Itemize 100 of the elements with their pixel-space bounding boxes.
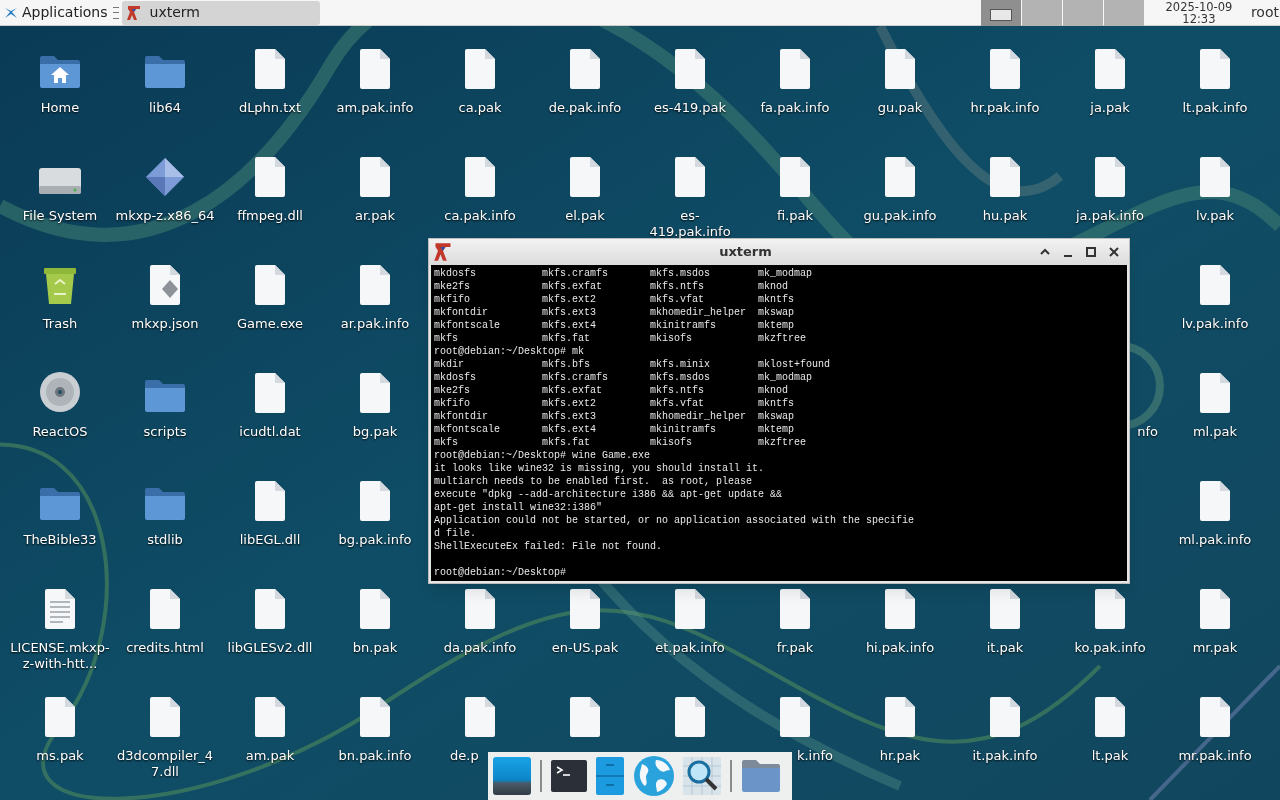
file-icon[interactable] bbox=[988, 696, 1022, 738]
home-folder-icon[interactable] bbox=[38, 54, 82, 90]
file-icon[interactable] bbox=[43, 696, 77, 738]
file-icon[interactable] bbox=[358, 48, 392, 90]
terminal-text: mkinitramfs bbox=[650, 423, 717, 436]
taskbar-button[interactable]: uxterm bbox=[121, 0, 320, 25]
handle-icon[interactable] bbox=[112, 6, 119, 19]
file-icon[interactable] bbox=[883, 588, 917, 630]
icon-label: bg.pak.info bbox=[338, 532, 412, 548]
terminal-text: mklost+found bbox=[758, 358, 831, 371]
show-desktop-icon[interactable] bbox=[492, 756, 532, 796]
terminal-text: mkhomedir_helper bbox=[650, 410, 747, 423]
file-diamond-icon[interactable] bbox=[148, 264, 182, 306]
file-icon[interactable] bbox=[253, 696, 287, 738]
icon-label: de.pak.info bbox=[548, 100, 622, 116]
file-icon[interactable] bbox=[1198, 372, 1232, 414]
icon-label: stdlib bbox=[147, 532, 183, 548]
file-icon[interactable] bbox=[673, 588, 707, 630]
folder-icon[interactable] bbox=[740, 758, 782, 794]
file-icon[interactable] bbox=[1198, 588, 1232, 630]
folder-icon[interactable] bbox=[143, 54, 187, 90]
file-icon[interactable] bbox=[1198, 156, 1232, 198]
file-icon[interactable] bbox=[568, 696, 602, 738]
terminal-text: execute "dpkg --add-architecture i386 && apt-get update && bbox=[434, 488, 783, 501]
folder-icon[interactable] bbox=[143, 486, 187, 522]
file-icon[interactable] bbox=[988, 48, 1022, 90]
icon-label: fa.pak.info bbox=[760, 100, 830, 116]
file-icon[interactable] bbox=[1093, 588, 1127, 630]
file-icon[interactable] bbox=[778, 156, 812, 198]
file-icon[interactable] bbox=[988, 156, 1022, 198]
file-icon[interactable] bbox=[883, 696, 917, 738]
terminal-text: mkfontscale bbox=[434, 319, 501, 332]
terminal-text: mkfs.ext4 bbox=[542, 423, 597, 436]
file-icon[interactable] bbox=[1093, 696, 1127, 738]
close-icon[interactable] bbox=[1107, 245, 1121, 259]
user-menu[interactable]: root bbox=[1250, 2, 1280, 23]
file-icon[interactable] bbox=[1198, 264, 1232, 306]
file-icon[interactable] bbox=[778, 588, 812, 630]
file-icon[interactable] bbox=[568, 156, 602, 198]
filing-cabinet-icon[interactable] bbox=[594, 756, 626, 796]
terminal-text: mkfs.vfat bbox=[650, 293, 705, 306]
folder-icon[interactable] bbox=[38, 486, 82, 522]
terminal-text: mkfs bbox=[434, 436, 459, 449]
file-icon[interactable] bbox=[568, 588, 602, 630]
file-icon[interactable] bbox=[253, 588, 287, 630]
file-icon[interactable] bbox=[778, 696, 812, 738]
globe-icon[interactable] bbox=[632, 754, 676, 798]
workspace-button[interactable] bbox=[980, 0, 1021, 26]
icon-label: bn.pak bbox=[352, 640, 398, 656]
file-icon[interactable] bbox=[673, 48, 707, 90]
icon-label: de.p bbox=[450, 748, 479, 764]
file-icon[interactable] bbox=[463, 48, 497, 90]
file-icon[interactable] bbox=[463, 156, 497, 198]
file-icon[interactable] bbox=[1093, 48, 1127, 90]
terminal-text: d file. bbox=[434, 527, 476, 540]
file-icon[interactable] bbox=[358, 156, 392, 198]
file-icon[interactable] bbox=[988, 588, 1022, 630]
file-icon[interactable] bbox=[358, 588, 392, 630]
file-icon[interactable] bbox=[253, 372, 287, 414]
file-icon[interactable] bbox=[253, 264, 287, 306]
clock[interactable]: 2025-10-09 12:33 bbox=[1146, 0, 1251, 25]
icon-label: mr.pak bbox=[1192, 640, 1238, 656]
disc-icon[interactable] bbox=[38, 370, 82, 414]
applications-menu[interactable]: Applications bbox=[0, 0, 111, 26]
file-icon[interactable] bbox=[568, 48, 602, 90]
document-icon[interactable] bbox=[43, 588, 77, 630]
file-icon[interactable] bbox=[358, 480, 392, 522]
file-icon[interactable] bbox=[358, 264, 392, 306]
file-icon[interactable] bbox=[253, 480, 287, 522]
maximize-icon[interactable] bbox=[1084, 245, 1098, 259]
file-icon[interactable] bbox=[358, 372, 392, 414]
file-icon[interactable] bbox=[358, 696, 392, 738]
terminal-icon[interactable] bbox=[550, 758, 588, 794]
file-icon[interactable] bbox=[1093, 156, 1127, 198]
file-icon[interactable] bbox=[253, 48, 287, 90]
file-icon[interactable] bbox=[463, 588, 497, 630]
file-icon[interactable] bbox=[1198, 696, 1232, 738]
icon-label: lib64 bbox=[149, 100, 181, 116]
icon-label: it.pak bbox=[986, 640, 1024, 656]
folder-icon[interactable] bbox=[143, 378, 187, 414]
file-icon[interactable] bbox=[883, 156, 917, 198]
diamond-icon[interactable] bbox=[144, 156, 186, 198]
file-icon[interactable] bbox=[253, 156, 287, 198]
icon-label: ca.pak bbox=[458, 100, 502, 116]
file-icon[interactable] bbox=[778, 48, 812, 90]
file-icon[interactable] bbox=[1198, 480, 1232, 522]
search-icon[interactable] bbox=[682, 756, 722, 796]
file-icon[interactable] bbox=[673, 156, 707, 198]
terminal-text: mkfs.ntfs bbox=[650, 280, 705, 293]
file-icon[interactable] bbox=[148, 696, 182, 738]
icon-label: hi.pak.info bbox=[865, 640, 935, 656]
file-icon[interactable] bbox=[1198, 48, 1232, 90]
file-icon[interactable] bbox=[463, 696, 497, 738]
file-icon[interactable] bbox=[673, 696, 707, 738]
file-icon[interactable] bbox=[883, 48, 917, 90]
icon-label: fr.pak bbox=[776, 640, 814, 656]
terminal-text: mkfs.ext3 bbox=[542, 410, 597, 423]
terminal-text: mkswap bbox=[758, 410, 795, 423]
icon-label: gu.pak.info bbox=[863, 208, 937, 224]
file-icon[interactable] bbox=[148, 588, 182, 630]
